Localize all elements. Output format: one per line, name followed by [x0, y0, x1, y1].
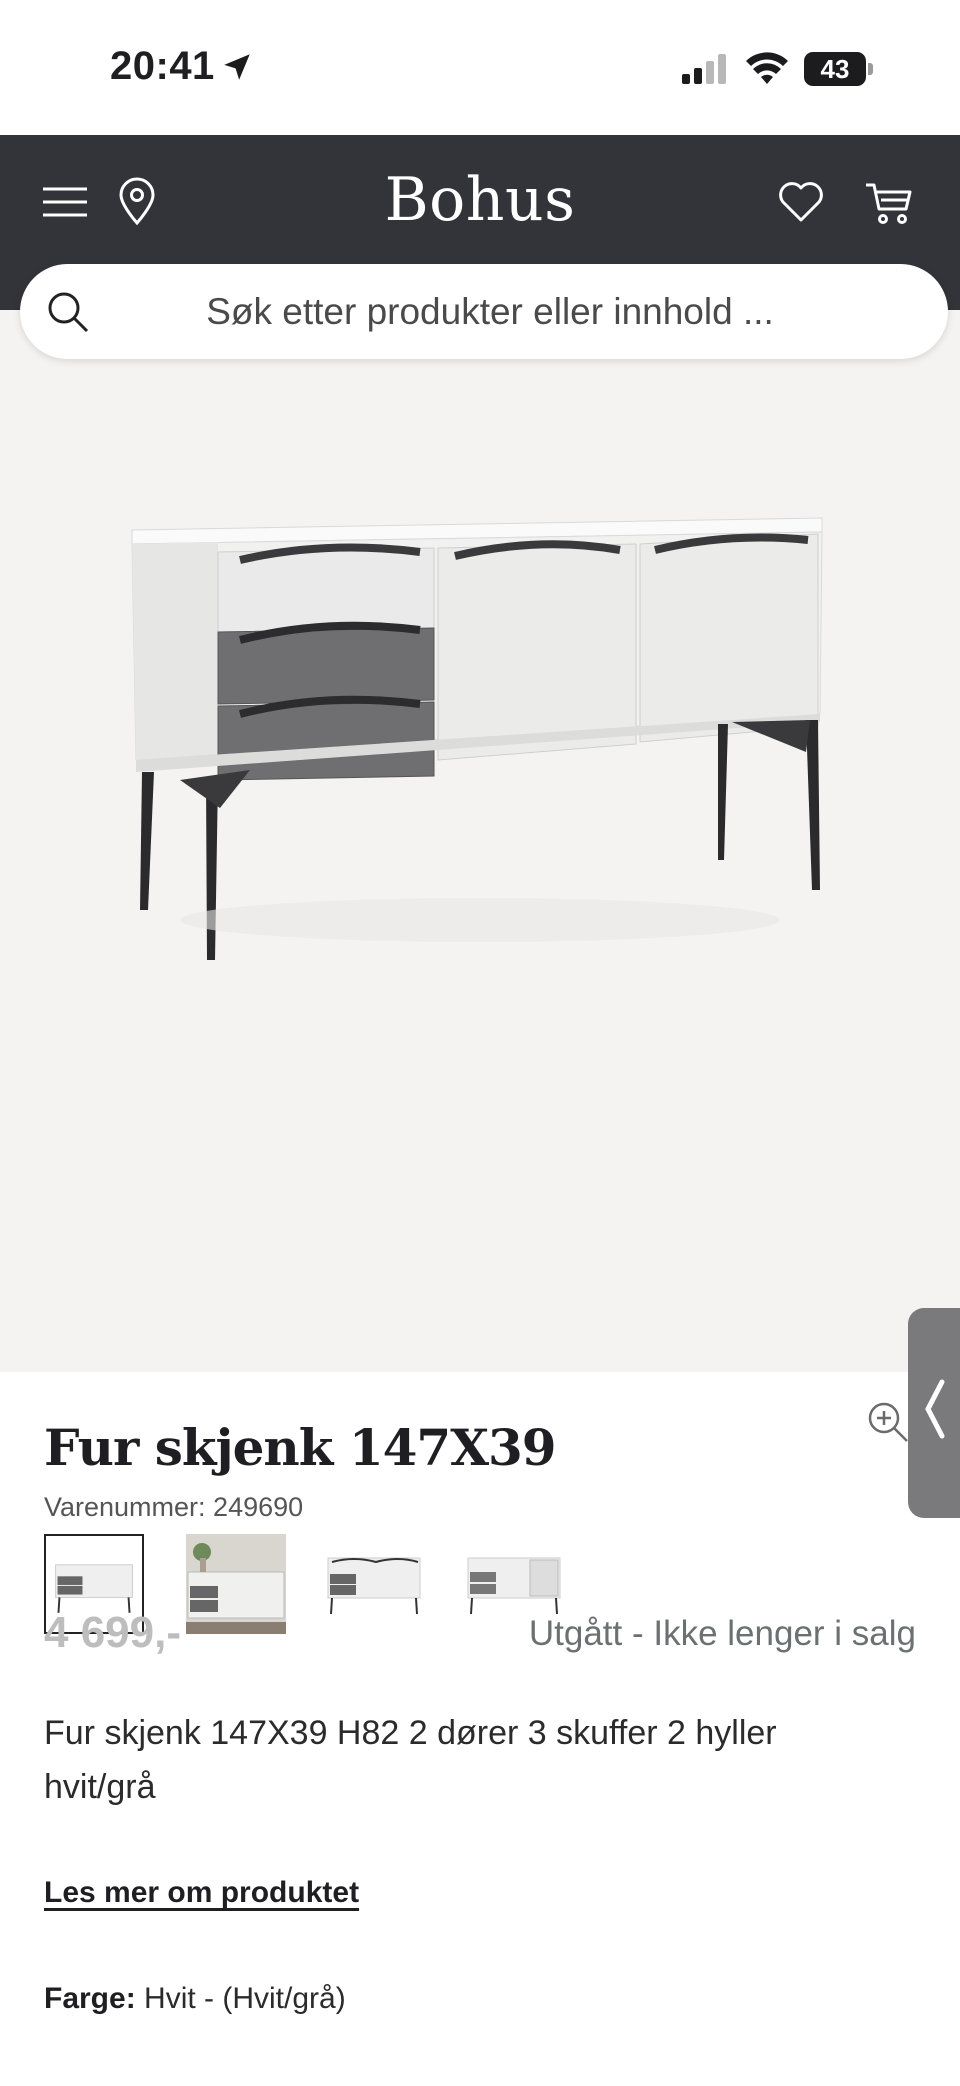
cart-icon[interactable] — [864, 177, 914, 227]
wifi-icon — [746, 52, 788, 84]
thumbnail-image — [186, 1534, 286, 1634]
chevron-left-icon — [925, 1379, 945, 1439]
product-main-image[interactable] — [120, 490, 840, 990]
product-gallery — [0, 310, 960, 1634]
product-title: Fur skjenk 147X39 — [44, 1418, 557, 1477]
search-bar[interactable] — [20, 264, 948, 359]
battery-icon: 43 — [804, 52, 874, 86]
color-info: Farge: Hvit - (Hvit/grå) — [44, 1982, 346, 2016]
status-time: 20:41 — [110, 44, 215, 88]
availability-status: Utgått - Ikke lenger i salg — [528, 1614, 916, 1653]
zoom-in-icon[interactable] — [866, 1400, 910, 1444]
product-price: 4 699,- — [44, 1608, 181, 1657]
product-description: Fur skjenk 147X39 H82 2 dører 3 skuffer … — [44, 1714, 777, 1806]
side-feedback-tab[interactable] — [908, 1308, 960, 1518]
color-label: Farge: — [44, 1982, 136, 2015]
search-input[interactable] — [130, 264, 850, 359]
heart-icon[interactable] — [776, 177, 826, 227]
thumbnail-image — [327, 1557, 421, 1615]
thumbnail-3[interactable] — [324, 1534, 424, 1634]
location-arrow-icon — [224, 54, 250, 80]
read-more-link[interactable]: Les mer om produktet — [44, 1876, 359, 1910]
color-value: Hvit - (Hvit/grå) — [144, 1982, 346, 2015]
battery-level: 43 — [804, 52, 866, 86]
thumbnail-2[interactable] — [186, 1534, 286, 1634]
status-bar: 20:41 43 — [0, 0, 960, 135]
product-sku: Varenummer: 249690 — [44, 1492, 304, 1522]
signal-icon — [682, 54, 726, 84]
search-icon[interactable] — [46, 290, 90, 334]
